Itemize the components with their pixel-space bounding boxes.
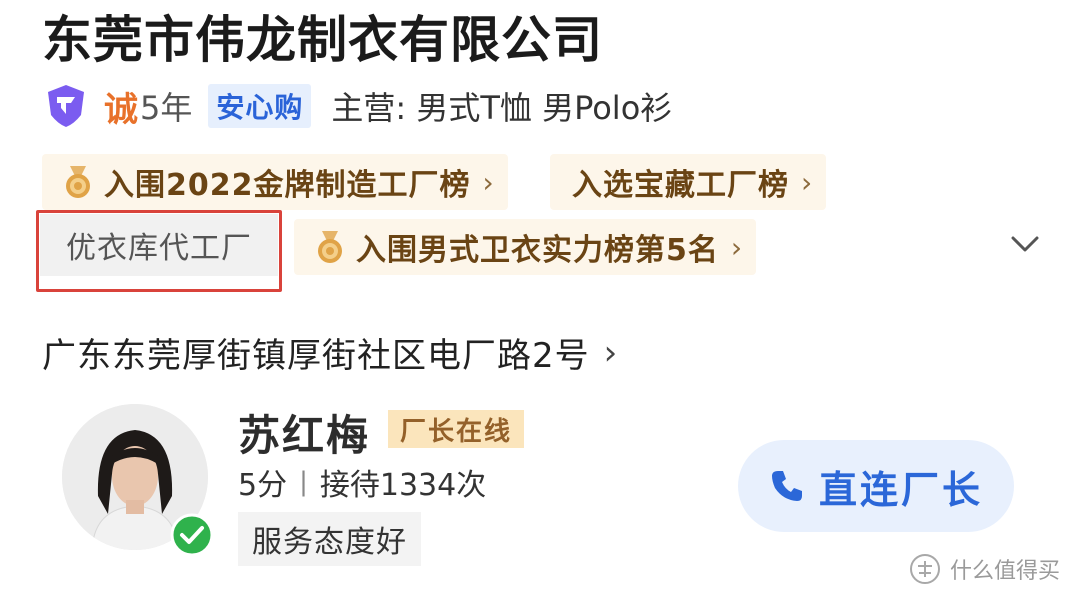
credentials-row: 诚 5年 安心购 主营: 男式T恤 男Polo衫 [42,80,672,132]
watermark: 什么值得买 [908,552,1060,586]
tag-gold-factory-rank[interactable]: 入围2022金牌制造工厂榜 › [42,154,508,210]
factory-address[interactable]: 广东东莞厚街镇厚街社区电厂路2号 › [42,328,618,377]
contact-stats: 5分 | 接待1334次 [238,460,486,504]
tag-label: 入选宝藏工厂榜 [572,168,789,203]
chevron-right-icon: › [603,332,619,373]
highlight-annotation-box [36,210,282,292]
service-tag: 服务态度好 [238,512,421,566]
main-business: 主营: 男式T恤 男Polo衫 [331,89,673,127]
tag-label: 入围男式卫衣实力榜第5名 [356,233,719,268]
anxin-badge: 安心购 [208,84,312,128]
shield-badge-icon [48,85,84,127]
chevron-right-icon: › [482,165,494,199]
integrity-mark: 诚 [104,89,138,130]
chevron-down-icon[interactable] [1008,232,1042,256]
tag-hoodie-rank[interactable]: 入围男式卫衣实力榜第5名 › [294,219,757,275]
contact-name: 苏红梅 [238,411,371,460]
status-badge: 厂长在线 [388,410,525,448]
medal-icon [318,231,342,263]
smzdm-logo-icon [910,554,940,584]
medal-icon [66,166,90,198]
rating-score: 5分 [238,468,288,503]
stats-separator: | [299,467,308,497]
tag-treasure-factory-rank[interactable]: 入选宝藏工厂榜 › [550,154,827,210]
phone-icon [771,471,802,501]
tag-label: 入围2022金牌制造工厂榜 [104,168,471,203]
call-button-label: 直连厂长 [818,467,983,512]
address-text: 广东东莞厚街镇厚街社区电厂路2号 [42,336,590,376]
chevron-right-icon: › [801,165,813,199]
chevron-right-icon: › [730,230,743,264]
company-name: 东莞市伟龙制衣有限公司 [42,11,603,69]
check-circle-icon [170,513,214,557]
watermark-text: 什么值得买 [950,559,1061,584]
contact-factory-manager-button[interactable]: 直连厂长 [738,440,1014,532]
membership-years: 5年 [140,89,193,127]
reception-count: 接待1334次 [319,468,487,503]
